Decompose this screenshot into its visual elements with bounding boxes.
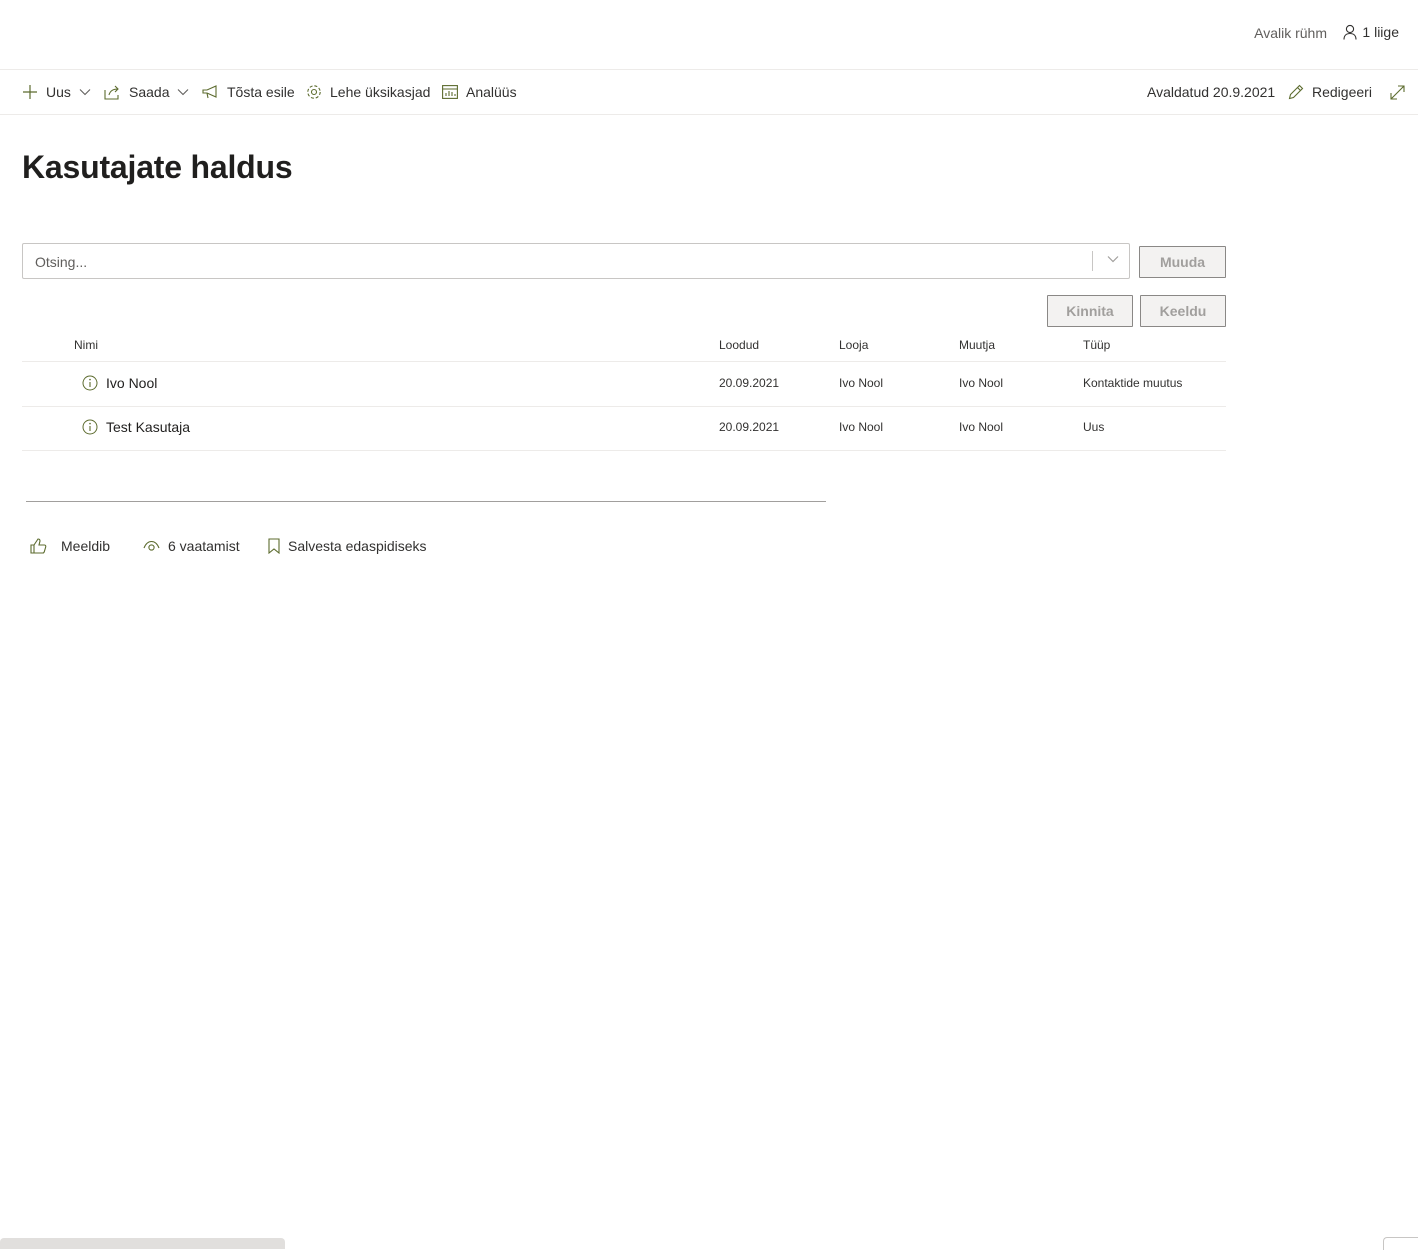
row-created: 20.09.2021 xyxy=(719,420,780,434)
views-label: 6 vaatamist xyxy=(168,538,240,554)
expand-button[interactable] xyxy=(1390,70,1405,114)
page-title: Kasutajate haldus xyxy=(22,149,293,185)
person-icon xyxy=(1343,24,1357,40)
send-label: Saada xyxy=(129,84,170,100)
row-created: 20.09.2021 xyxy=(719,376,780,390)
send-button[interactable]: Saada xyxy=(104,70,189,114)
members-count: 1 liige xyxy=(1362,24,1399,40)
save-label: Salvesta edaspidiseks xyxy=(288,538,427,554)
share-icon xyxy=(104,85,119,100)
column-header-creator[interactable]: Looja xyxy=(839,338,868,352)
group-type-label[interactable]: Avalik rühm xyxy=(1254,25,1327,41)
row-name-cell[interactable]: Test Kasutaja xyxy=(82,419,190,435)
analytics-label: Analüüs xyxy=(466,84,517,100)
new-button[interactable]: Uus xyxy=(22,70,91,114)
promote-button[interactable]: Tõsta esile xyxy=(202,70,295,114)
row-name: Test Kasutaja xyxy=(106,419,191,435)
new-label: Uus xyxy=(46,84,71,100)
row-creator: Ivo Nool xyxy=(839,376,884,390)
promote-label: Tõsta esile xyxy=(227,84,295,100)
row-name-cell[interactable]: Ivo Nool xyxy=(82,375,157,391)
like-button[interactable]: Meeldib xyxy=(30,534,110,558)
row-name: Ivo Nool xyxy=(106,375,158,391)
published-status: Avaldatud 20.9.2021 xyxy=(1147,70,1275,114)
edit-button[interactable]: Redigeeri xyxy=(1288,70,1372,114)
column-header-modifier[interactable]: Muutja xyxy=(959,338,995,352)
search-input[interactable] xyxy=(33,244,1087,280)
row-type: Uus xyxy=(1083,420,1105,434)
row-modifier: Ivo Nool xyxy=(959,420,1004,434)
page-details-button[interactable]: Lehe üksikasjad xyxy=(306,70,430,114)
save-for-later-button[interactable]: Salvesta edaspidiseks xyxy=(268,534,427,558)
pencil-icon xyxy=(1288,84,1304,100)
change-button[interactable]: Muuda xyxy=(1139,246,1226,278)
content-divider xyxy=(26,501,826,502)
command-bar: Uus Saada Tõsta esile Lehe üksikasjad An… xyxy=(0,70,1418,115)
row-modifier: Ivo Nool xyxy=(959,376,1004,390)
row-creator: Ivo Nool xyxy=(839,420,884,434)
feedback-corner[interactable] xyxy=(1383,1237,1418,1250)
megaphone-icon xyxy=(202,85,217,99)
approve-button[interactable]: Kinnita xyxy=(1047,295,1133,327)
bookmark-icon xyxy=(268,538,280,554)
chevron-down-icon xyxy=(79,89,91,96)
edit-label: Redigeeri xyxy=(1312,84,1372,100)
plus-icon xyxy=(23,85,37,99)
reject-button[interactable]: Keeldu xyxy=(1140,295,1226,327)
column-header-name[interactable]: Nimi xyxy=(74,338,98,352)
horizontal-scrollbar[interactable] xyxy=(0,1238,285,1249)
members-button[interactable]: 1 liige xyxy=(1343,24,1399,40)
like-icon xyxy=(30,538,47,554)
column-header-type[interactable]: Tüüp xyxy=(1083,338,1110,352)
table-row[interactable]: Test Kasutaja 20.09.2021 Ivo Nool Ivo No… xyxy=(22,406,1226,451)
gear-icon xyxy=(307,85,321,99)
chevron-down-icon xyxy=(178,89,189,96)
table-header: Nimi Loodud Looja Muutja Tüüp xyxy=(22,333,1226,362)
page-details-label: Lehe üksikasjad xyxy=(330,84,431,100)
table-row[interactable]: Ivo Nool 20.09.2021 Ivo Nool Ivo Nool Ko… xyxy=(22,362,1226,407)
analytics-button[interactable]: Analüüs xyxy=(442,70,517,114)
eye-icon xyxy=(143,540,160,551)
search-divider xyxy=(1092,251,1093,271)
search-box[interactable] xyxy=(22,243,1130,280)
views-count: 6 vaatamist xyxy=(143,534,240,558)
published-date: Avaldatud 20.9.2021 xyxy=(1147,84,1276,100)
analytics-icon xyxy=(442,85,458,99)
expand-icon xyxy=(1390,84,1405,100)
row-type: Kontaktide muutus xyxy=(1083,376,1183,390)
chevron-down-icon[interactable] xyxy=(1107,255,1119,263)
column-header-created[interactable]: Loodud xyxy=(719,338,759,352)
group-header: Avalik rühm 1 liige xyxy=(0,0,1418,70)
info-icon[interactable] xyxy=(82,419,98,435)
like-label: Meeldib xyxy=(61,538,111,554)
info-icon[interactable] xyxy=(82,375,98,391)
